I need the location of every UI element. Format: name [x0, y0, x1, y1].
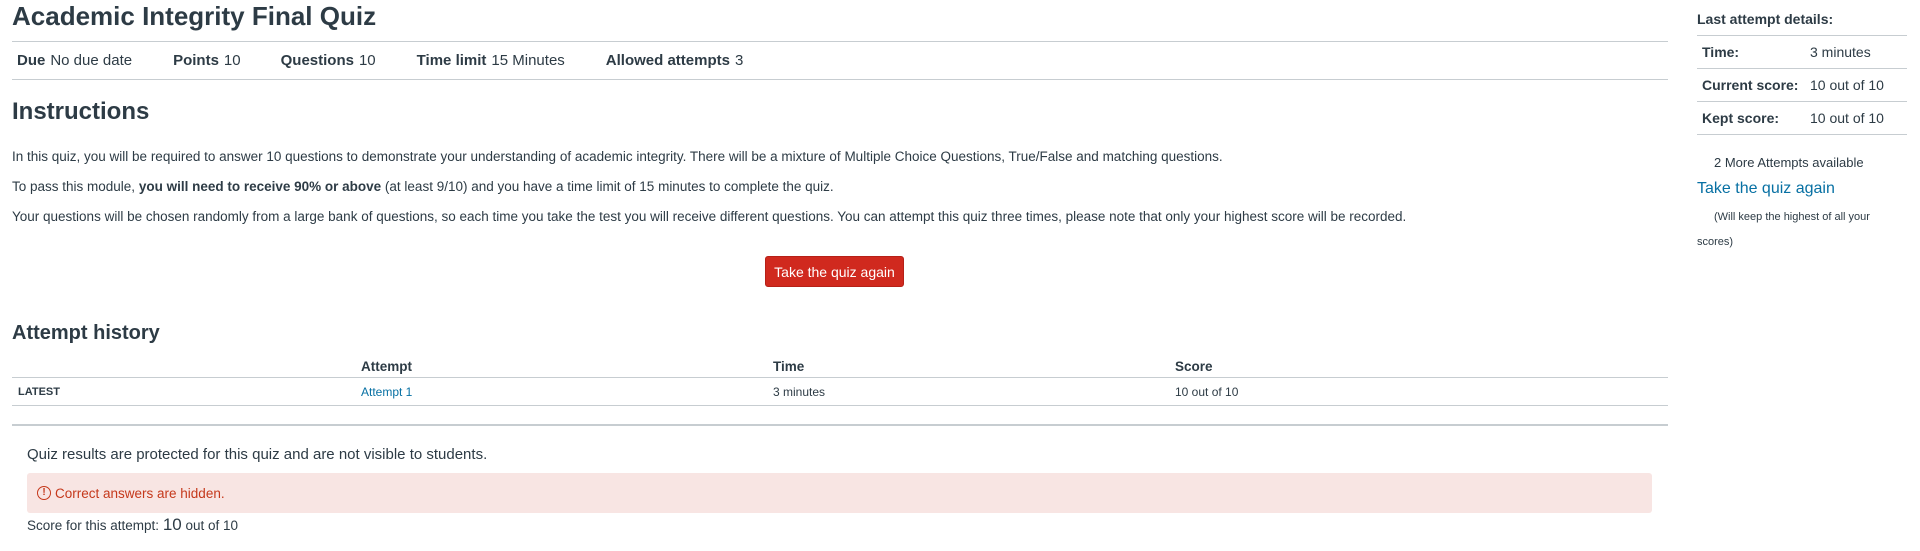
instructions-p2-before: To pass this module, — [12, 179, 139, 194]
instructions-paragraph-2: To pass this module, you will need to re… — [12, 178, 834, 196]
sidebar-heading: Last attempt details: — [1697, 11, 1834, 27]
sidebar-row-value: 10 out of 10 — [1810, 77, 1884, 93]
attempt-history-heading: Attempt history — [12, 322, 160, 344]
detail-allowed-attempts: Allowed attempts 3 — [606, 52, 744, 69]
last-attempt-details-table: Time: 3 minutes Current score: 10 out of… — [1697, 35, 1907, 135]
sidebar-row-time: Time: 3 minutes — [1697, 36, 1907, 69]
sidebar-row-label: Kept score: — [1702, 110, 1780, 126]
table-header-row: Attempt Time Score — [12, 356, 1668, 378]
instructions-paragraph-3: Your questions will be chosen randomly f… — [12, 209, 1407, 224]
instructions-heading: Instructions — [12, 98, 150, 125]
detail-points: Points 10 — [173, 52, 241, 69]
detail-due-label: Due — [17, 52, 46, 69]
more-attempts-available: 2 More Attempts available — [1714, 155, 1864, 170]
detail-points-value: 10 — [223, 52, 241, 69]
score-prefix: Score for this attempt: — [27, 518, 163, 533]
column-header-attempt: Attempt — [361, 359, 412, 374]
results-protected-message: Quiz results are protected for this quiz… — [27, 446, 488, 463]
sidebar-row-kept-score: Kept score: 10 out of 10 — [1697, 102, 1907, 135]
detail-questions-label: Questions — [280, 52, 354, 69]
sidebar-row-label: Time: — [1702, 44, 1740, 60]
page-title: Academic Integrity Final Quiz — [12, 1, 377, 31]
detail-time-limit-value: 15 Minutes — [491, 52, 565, 69]
sidebar-row-current-score: Current score: 10 out of 10 — [1697, 69, 1907, 102]
instructions-p2-bold: you will need to receive 90% or above — [138, 179, 382, 194]
latest-tag: LATEST — [18, 386, 60, 398]
attempt-time: 3 minutes — [773, 385, 826, 399]
keep-highest-note: (Will keep the highest of all your score… — [1697, 211, 1870, 248]
instructions-paragraph-1: In this quiz, you will be required to an… — [12, 149, 1223, 164]
detail-due-value: No due date — [50, 52, 133, 69]
attempt-score-line: Score for this attempt: 10 out of 10 — [27, 515, 238, 536]
detail-allowed-attempts-label: Allowed attempts — [605, 52, 730, 69]
detail-due: Due No due date — [17, 52, 132, 69]
divider — [12, 424, 1668, 426]
take-quiz-again-button[interactable]: Take the quiz again — [765, 256, 904, 287]
attempt-history-table: Attempt Time Score LATEST Attempt 1 3 mi… — [12, 356, 1668, 406]
column-header-time: Time — [773, 359, 805, 374]
table-row: LATEST Attempt 1 3 minutes 10 out of 10 — [12, 378, 1668, 406]
detail-time-limit: Time limit 15 Minutes — [417, 52, 565, 69]
quiz-details-bar: Due No due date Points 10 Questions 10 T… — [12, 41, 1668, 80]
sidebar-take-quiz-again-link[interactable]: Take the quiz again — [1697, 180, 1835, 198]
detail-allowed-attempts-value: 3 — [734, 52, 744, 69]
sidebar-row-value: 10 out of 10 — [1810, 110, 1884, 126]
instructions-p2-after: (at least 9/10) and you have a time limi… — [381, 179, 834, 194]
detail-time-limit-label: Time limit — [416, 52, 487, 69]
sidebar-row-value: 3 minutes — [1810, 44, 1871, 60]
column-header-score: Score — [1175, 359, 1213, 374]
attempt-link[interactable]: Attempt 1 — [361, 385, 412, 399]
attempt-score: 10 out of 10 — [1175, 385, 1239, 399]
detail-points-label: Points — [173, 52, 219, 69]
sidebar-row-label: Current score: — [1702, 77, 1799, 93]
detail-questions-value: 10 — [358, 52, 376, 69]
alert-text: Correct answers are hidden. — [55, 485, 225, 501]
detail-questions: Questions 10 — [281, 52, 376, 69]
score-value: 10 — [162, 515, 182, 534]
alert-circle-icon: ! — [37, 486, 51, 500]
score-suffix: out of 10 — [181, 518, 239, 533]
correct-answers-hidden-alert: ! Correct answers are hidden. — [27, 473, 1652, 513]
